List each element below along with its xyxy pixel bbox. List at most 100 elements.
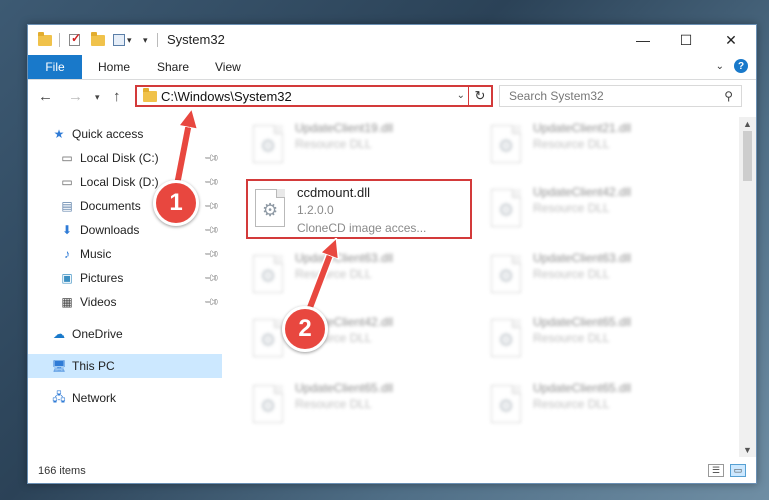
sidebar-item-this-pc[interactable]: 🖥︎ This PC	[28, 354, 222, 378]
highlight-box-file	[246, 179, 472, 239]
file-tile[interactable]: ⚙ UpdateClient21.dll Resource DLL	[483, 119, 703, 177]
scroll-up-icon[interactable]: ▲	[743, 119, 752, 129]
file-name: UpdateClient65.dll	[533, 315, 632, 329]
search-placeholder: Search System32	[509, 89, 604, 103]
sidebar-item-label: Music	[80, 247, 112, 261]
recent-locations-chevron-icon[interactable]: ▾	[95, 92, 100, 103]
sidebar-item-label: Local Disk (D:)	[80, 175, 159, 189]
pin-icon[interactable]: 📌︎	[203, 150, 220, 167]
toolbar-separator	[59, 32, 60, 48]
expand-ribbon-icon[interactable]: ⌄	[716, 61, 724, 72]
dll-file-icon: ⚙	[491, 255, 521, 293]
network-icon: 🖧︎	[52, 389, 66, 404]
new-folder-icon[interactable]	[91, 31, 105, 48]
star-icon: ★	[53, 127, 65, 141]
file-type: Resource DLL	[533, 137, 610, 151]
sidebar-item-pictures[interactable]: ▣ Pictures 📌︎	[28, 266, 222, 290]
sidebar-item-downloads[interactable]: ⬇ Downloads 📌︎	[28, 218, 222, 242]
back-arrow-icon[interactable]: ←	[38, 88, 53, 105]
file-tile[interactable]: ⚙ UpdateClient65.dll Resource DLL	[483, 379, 703, 437]
sidebar-item-onedrive[interactable]: ☁ OneDrive	[28, 322, 222, 346]
search-input[interactable]: Search System32 ⚲	[499, 85, 742, 107]
properties-check-icon[interactable]	[69, 31, 81, 48]
file-name: UpdateClient21.dll	[533, 121, 632, 135]
status-bar: 166 items ☰ ▭	[28, 459, 756, 483]
file-type: Resource DLL	[295, 137, 372, 151]
address-path[interactable]: C:\Windows\System32	[161, 89, 292, 104]
pin-icon[interactable]: 📌︎	[203, 294, 220, 311]
pin-icon[interactable]: 📌︎	[203, 246, 220, 263]
file-list: ⚙ UpdateClient19.dll Resource DLL ⚙ Upda…	[225, 117, 738, 457]
search-icon[interactable]: ⚲	[724, 89, 733, 103]
vertical-scrollbar[interactable]: ▲ ▼	[739, 117, 756, 457]
file-type: Resource DLL	[533, 331, 610, 345]
dll-file-icon: ⚙	[253, 125, 283, 163]
file-tile[interactable]: ⚙ UpdateClient42.dll Resource DLL	[483, 183, 703, 241]
toolbar-separator	[157, 32, 158, 48]
dll-file-icon: ⚙	[491, 319, 521, 357]
sidebar-item-network[interactable]: 🖧︎ Network	[28, 386, 222, 410]
tab-view[interactable]: View	[215, 55, 241, 79]
pin-icon[interactable]: 📌︎	[203, 174, 220, 191]
help-button[interactable]: ?	[734, 59, 748, 73]
dll-file-icon: ⚙	[253, 385, 283, 423]
tab-share[interactable]: Share	[157, 55, 189, 79]
file-tile[interactable]: ⚙ UpdateClient63.dll Resource DLL	[483, 249, 703, 307]
sidebar-item-music[interactable]: ♪ Music 📌︎	[28, 242, 222, 266]
computer-icon: 🖥︎	[51, 359, 67, 373]
drive-icon: ▭	[61, 175, 73, 189]
file-tile[interactable]: ⚙ UpdateClient65.dll Resource DLL	[483, 313, 703, 371]
pin-icon[interactable]: 📌︎	[203, 222, 220, 239]
pin-icon[interactable]: 📌︎	[203, 198, 220, 215]
properties-icon[interactable]: ▾	[113, 32, 132, 48]
cloud-icon: ☁	[53, 327, 65, 341]
navigation-pane: ★ Quick access ▭ Local Disk (C:) 📌︎ ▭ Lo…	[28, 117, 222, 457]
sidebar-item-label: Pictures	[80, 271, 124, 285]
file-tile[interactable]: ⚙ UpdateClient63.dll Resource DLL	[245, 249, 465, 307]
step-badge-2: 2	[282, 306, 328, 352]
file-tile[interactable]: ⚙ UpdateClient19.dll Resource DLL	[245, 119, 465, 177]
tiles-view-icon[interactable]: ▭	[730, 464, 746, 477]
refresh-icon[interactable]: ↻	[468, 87, 491, 105]
pin-icon[interactable]: 📌︎	[203, 270, 220, 287]
up-arrow-icon[interactable]: ↑	[113, 88, 121, 105]
sidebar-item-label: This PC	[72, 359, 115, 373]
pictures-icon: ▣	[61, 271, 73, 285]
sidebar-item-videos[interactable]: ▦ Videos 📌︎	[28, 290, 222, 314]
title-bar: ▾ ▾ System32 — ☐ ✕	[28, 25, 756, 55]
tab-home[interactable]: Home	[98, 55, 130, 79]
window-title: System32	[167, 32, 225, 47]
file-tile[interactable]: ⚙ UpdateClient42.dll Resource DLL	[245, 313, 465, 371]
file-name: UpdateClient63.dll	[295, 251, 394, 265]
music-icon: ♪	[64, 247, 70, 261]
minimize-button[interactable]: —	[620, 25, 666, 55]
sidebar-item-quick-access[interactable]: ★ Quick access	[28, 122, 222, 146]
step-badge-1: 1	[153, 180, 199, 226]
address-bar[interactable]: C:\Windows\System32 ⌄ ↻	[135, 85, 493, 107]
explorer-window: ▾ ▾ System32 — ☐ ✕ File Home Share View …	[27, 24, 757, 484]
address-dropdown-icon[interactable]: ⌄	[457, 90, 465, 101]
file-name: UpdateClient42.dll	[533, 185, 632, 199]
navigation-bar: ← → ▾ ↑ C:\Windows\System32 ⌄ ↻ Search S…	[28, 80, 756, 114]
file-name: UpdateClient19.dll	[295, 121, 394, 135]
maximize-button[interactable]: ☐	[663, 25, 709, 55]
customize-toolbar-icon[interactable]: ▾	[143, 32, 148, 48]
sidebar-item-label: OneDrive	[72, 327, 123, 341]
file-type: Resource DLL	[533, 267, 610, 281]
file-tile[interactable]: ⚙ UpdateClient65.dll Resource DLL	[245, 379, 465, 437]
file-name: UpdateClient63.dll	[533, 251, 632, 265]
drive-icon: ▭	[61, 151, 73, 165]
file-name: UpdateClient65.dll	[295, 381, 394, 395]
dll-file-icon: ⚙	[253, 319, 283, 357]
details-view-icon[interactable]: ☰	[708, 464, 724, 477]
videos-icon: ▦	[61, 295, 73, 309]
close-button[interactable]: ✕	[708, 25, 754, 55]
sidebar-item-label: Downloads	[80, 223, 140, 237]
sidebar-item-label: Local Disk (C:)	[80, 151, 159, 165]
sidebar-item-local-disk-c[interactable]: ▭ Local Disk (C:) 📌︎	[28, 146, 222, 170]
scrollbar-thumb[interactable]	[743, 131, 752, 181]
scroll-down-icon[interactable]: ▼	[743, 445, 752, 455]
file-type: Resource DLL	[295, 397, 372, 411]
forward-arrow-icon[interactable]: →	[68, 88, 83, 105]
tab-file[interactable]: File	[28, 55, 82, 79]
